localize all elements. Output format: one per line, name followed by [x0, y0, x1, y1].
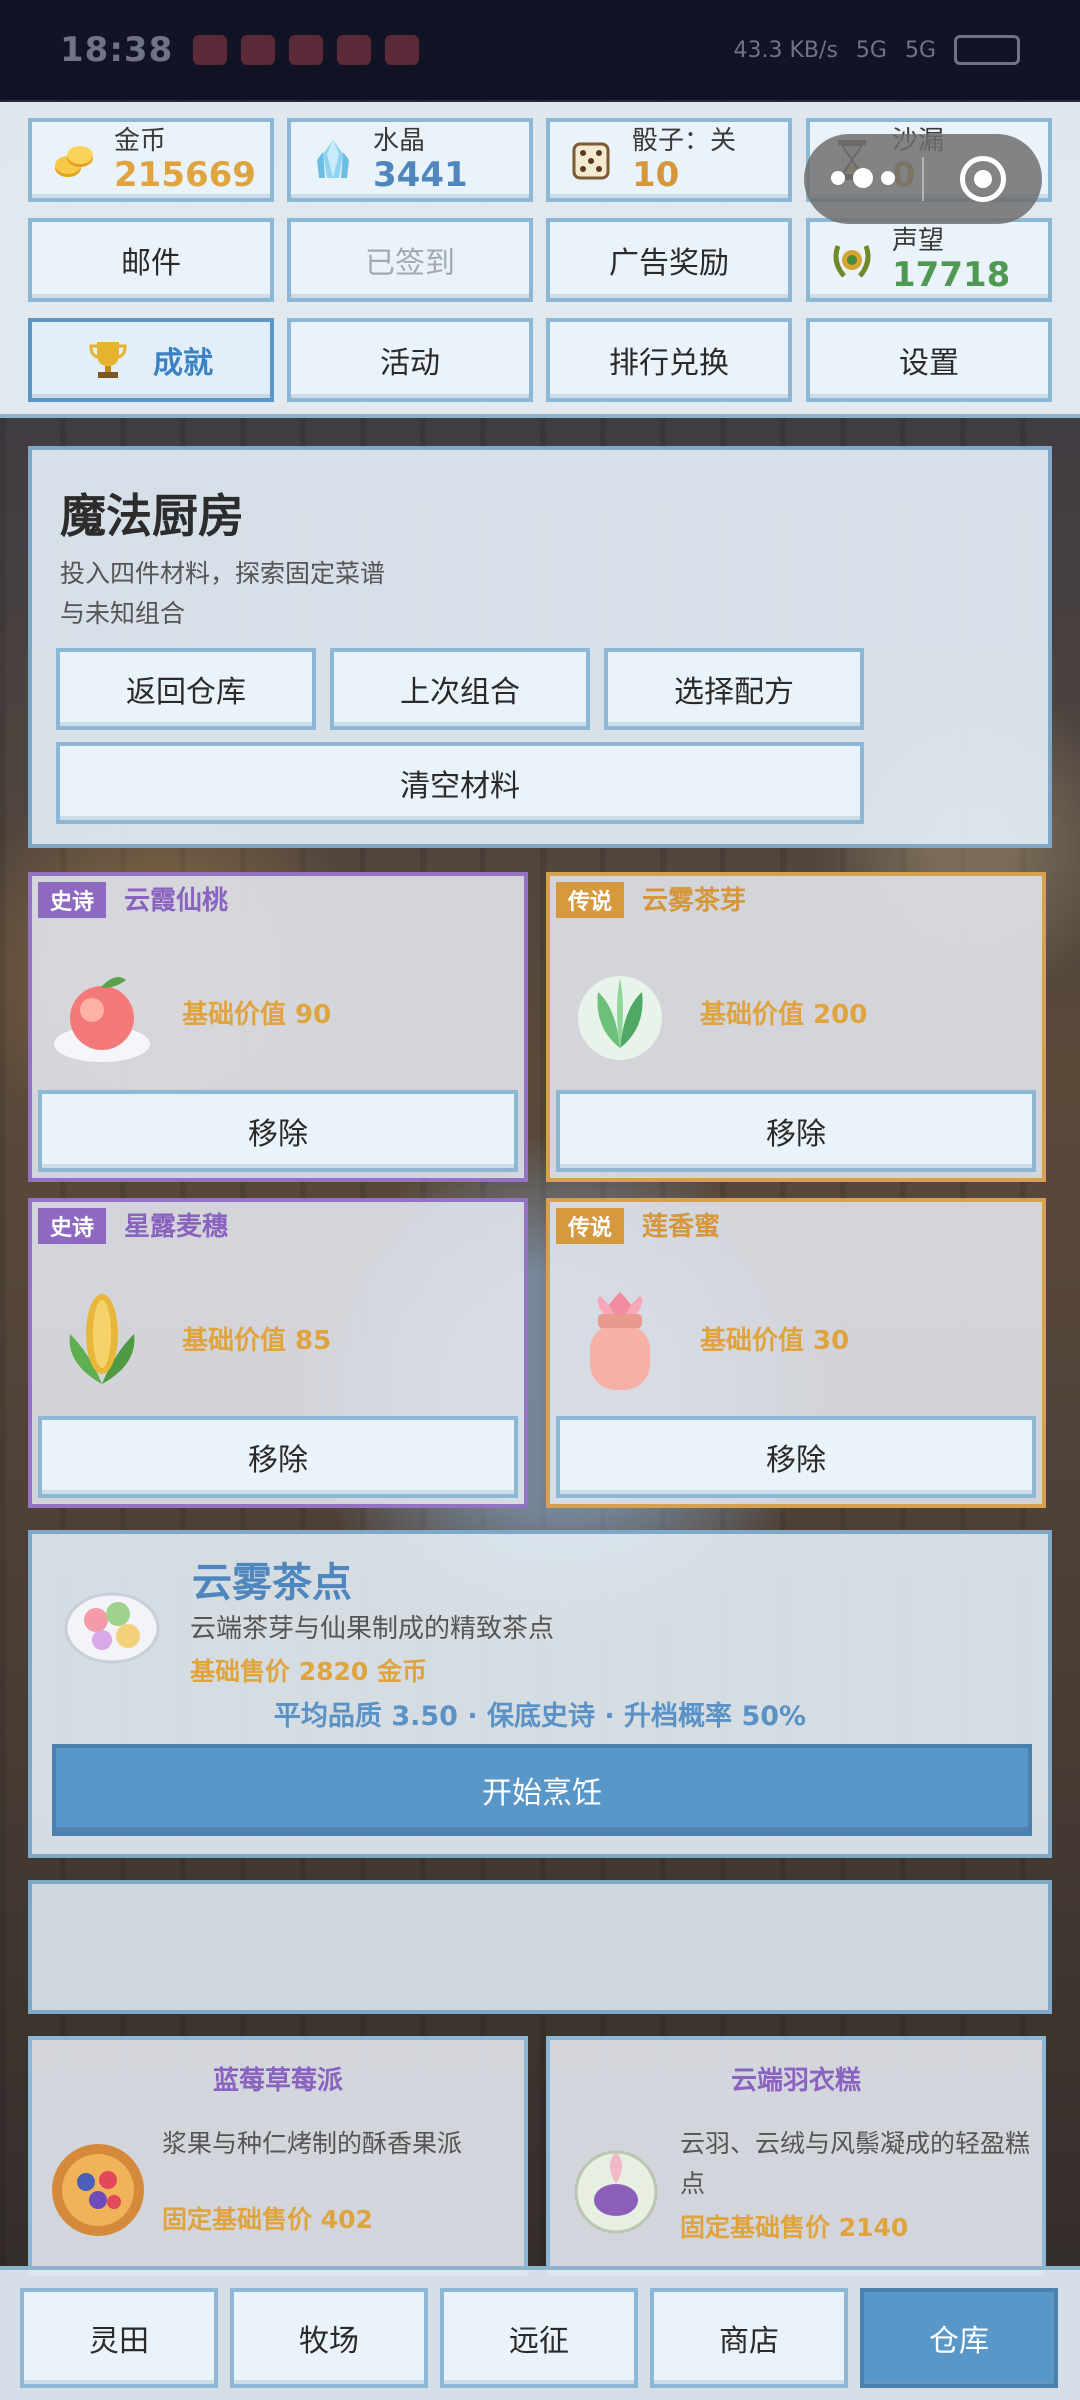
crystal-label: 水晶: [373, 126, 426, 156]
back-to-warehouse-button[interactable]: 返回仓库: [56, 648, 316, 730]
wheat-icon: [69, 1294, 135, 1384]
rarity-tag: 传说: [556, 1208, 625, 1244]
ingredient-name: 云雾茶芽: [642, 886, 747, 916]
start-cooking-button[interactable]: 开始烹饪: [52, 1744, 1032, 1836]
berry-pie-icon: [52, 2144, 144, 2236]
mail-button[interactable]: 邮件: [28, 218, 274, 302]
ingredient-base-value: 基础价值 30: [700, 1326, 850, 1356]
remove-button[interactable]: 移除: [556, 1090, 1036, 1172]
ingredient-card: 传说 莲香蜜 基础价值 30 移除: [546, 1198, 1046, 1508]
rarity-tag: 史诗: [38, 882, 107, 918]
nav-field[interactable]: 灵田: [20, 2288, 218, 2388]
nav-expedition[interactable]: 远征: [440, 2288, 638, 2388]
crystal-value: 3441: [373, 155, 468, 195]
crystal-icon: [317, 140, 349, 178]
achievement-button[interactable]: 成就: [28, 318, 274, 402]
reputation-resource: 声望 17718: [806, 218, 1052, 302]
recipe-price: 固定基础售价 402: [162, 2205, 373, 2234]
ad-reward-button[interactable]: 广告奖励: [546, 218, 792, 302]
recipe-description: 浆果与种仁烤制的酥香果派: [162, 2129, 463, 2158]
dish-result-panel: 云雾茶点 云端茶芽与仙果制成的精致茶点 基础售价 2820 金币 平均品质 3.…: [28, 1530, 1052, 1858]
recipe-description: 云羽、云绒与风鬃凝成的轻盈糕点: [680, 2129, 1031, 2198]
crystal-resource: 水晶 3441: [287, 118, 533, 202]
magic-kitchen-panel: 魔法厨房 投入四件材料，探索固定菜谱与未知组合 返回仓库 上次组合 选择配方 清…: [28, 446, 1052, 848]
ingredient-name: 星露麦穗: [124, 1212, 229, 1242]
honey-jar-icon: [590, 1292, 650, 1390]
nav-ranch[interactable]: 牧场: [230, 2288, 428, 2388]
status-right: 43.3 KB/s 5G 5G: [734, 35, 1020, 65]
miniprogram-capsule: [804, 134, 1042, 224]
ingredient-name: 云霞仙桃: [124, 886, 229, 916]
reputation-laurel-icon: [833, 245, 871, 278]
network-speed: 43.3 KB/s: [733, 37, 838, 63]
ingredient-base-value: 基础价值 200: [700, 1000, 868, 1030]
recipe-card[interactable]: 蓝莓草莓派 浆果与种仁烤制的酥香果派 固定基础售价 402: [28, 2036, 528, 2276]
clear-materials-button[interactable]: 清空材料: [56, 742, 864, 824]
dice-icon: [572, 142, 610, 180]
gold-value: 215669: [114, 155, 256, 195]
ingredient-base-value: 基础价值 85: [182, 1326, 332, 1356]
ingredient-card: 传说 云雾茶芽 基础价值 200 移除: [546, 872, 1046, 1182]
dish-name: 云雾茶点: [192, 1560, 352, 1606]
kitchen-title: 魔法厨房: [60, 489, 244, 543]
peach-icon: [54, 977, 150, 1062]
gold-resource: 金币 215669: [28, 118, 274, 202]
signed-in-button[interactable]: 已签到: [287, 218, 533, 302]
reputation-value: 17718: [892, 255, 1011, 295]
remove-button[interactable]: 移除: [556, 1416, 1036, 1498]
dish-quality-stats: 平均品质 3.50 · 保底史诗 · 升档概率 50%: [273, 1701, 807, 1732]
gold-label: 金币: [114, 126, 167, 156]
ingredient-base-value: 基础价值 90: [182, 1000, 332, 1030]
remove-button[interactable]: 移除: [38, 1090, 518, 1172]
recipe-price: 固定基础售价 2140: [680, 2213, 909, 2242]
choose-recipe-button[interactable]: 选择配方: [604, 648, 864, 730]
settings-button[interactable]: 设置: [806, 318, 1052, 402]
empty-panel: [28, 1880, 1052, 2014]
rarity-tag: 传说: [556, 882, 625, 918]
nav-shop[interactable]: 商店: [650, 2288, 848, 2388]
status-time: 18:38: [60, 30, 174, 70]
dice-resource[interactable]: 骰子：关 10: [546, 118, 792, 202]
kitchen-description: 投入四件材料，探索固定菜谱与未知组合: [60, 559, 386, 628]
dice-value: 10: [632, 155, 680, 195]
ingredient-card: 史诗 云霞仙桃 基础价值 90 移除: [28, 872, 528, 1182]
dish-description: 云端茶芽与仙果制成的精致茶点: [190, 1614, 555, 1644]
dish-base-price: 基础售价 2820 金币: [190, 1657, 427, 1686]
recipe-title: 蓝莓草莓派: [212, 2066, 343, 2096]
nav-warehouse[interactable]: 仓库: [860, 2288, 1058, 2388]
reputation-label: 声望: [892, 226, 945, 256]
dice-label: 骰子：关: [632, 126, 737, 156]
trophy-icon: [89, 342, 127, 378]
ingredient-name: 莲香蜜: [642, 1212, 721, 1242]
bottom-navigation: 灵田 牧场 远征 商店 仓库: [0, 2266, 1080, 2400]
signal-5g-2: 5G: [904, 37, 936, 63]
rank-exchange-button[interactable]: 排行兑换: [546, 318, 792, 402]
more-options-icon[interactable]: [804, 167, 922, 188]
gold-coins-icon: [55, 146, 93, 177]
close-miniprogram-icon[interactable]: [924, 156, 1042, 202]
recipe-title: 云端羽衣糕: [730, 2066, 861, 2096]
tea-sprout-icon: [578, 976, 662, 1060]
tea-snack-icon: [64, 1592, 160, 1664]
ingredient-card: 史诗 星露麦穗 基础价值 85 移除: [28, 1198, 528, 1508]
battery-icon: [954, 35, 1020, 65]
achievement-label: 成就: [153, 346, 213, 381]
feather-cake-icon: [574, 2150, 658, 2234]
last-combination-button[interactable]: 上次组合: [330, 648, 590, 730]
remove-button[interactable]: 移除: [38, 1416, 518, 1498]
notification-icons: [193, 35, 420, 65]
recipe-card[interactable]: 云端羽衣糕 云羽、云绒与风鬃凝成的轻盈糕点 固定基础售价 2140: [546, 2036, 1046, 2276]
signal-5g-1: 5G: [855, 37, 887, 63]
status-bar: 18:38 43.3 KB/s 5G 5G: [0, 0, 1080, 100]
activity-button[interactable]: 活动: [287, 318, 533, 402]
rarity-tag: 史诗: [38, 1208, 107, 1244]
